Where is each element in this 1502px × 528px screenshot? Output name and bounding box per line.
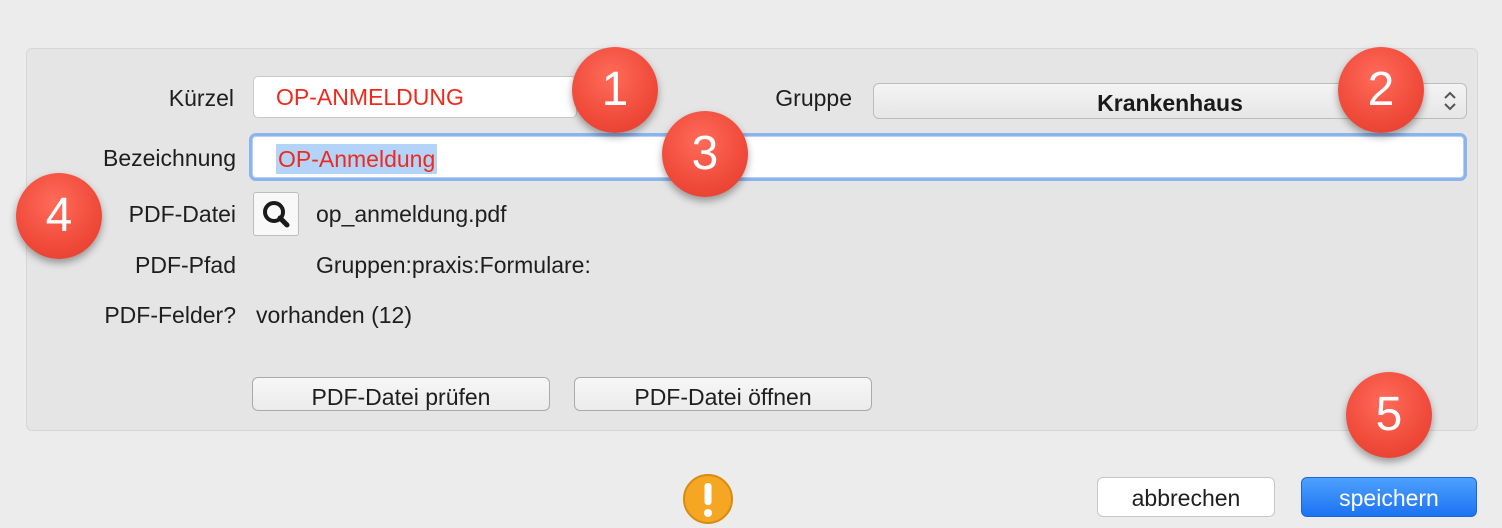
warning-icon bbox=[683, 474, 733, 524]
pdf-pfad-label: PDF-Pfad bbox=[135, 252, 236, 278]
bezeichnung-label: Bezeichnung bbox=[103, 145, 236, 171]
annotation-badge-2: 2 bbox=[1338, 47, 1424, 133]
bezeichnung-field[interactable]: OP-Anmeldung bbox=[249, 133, 1467, 181]
magnifier-icon bbox=[263, 201, 290, 228]
bezeichnung-selected-text: OP-Anmeldung bbox=[276, 144, 438, 174]
annotation-badge-1: 1 bbox=[572, 47, 658, 133]
updown-chevron-icon bbox=[1444, 91, 1456, 111]
annotation-badge-4: 4 bbox=[16, 173, 102, 259]
pdf-felder-value: vorhanden (12) bbox=[256, 302, 412, 328]
pdf-felder-label: PDF-Felder? bbox=[104, 302, 236, 328]
annotation-badge-5: 5 bbox=[1346, 372, 1432, 458]
save-button[interactable]: speichern bbox=[1301, 477, 1477, 517]
pdf-browse-button[interactable] bbox=[253, 192, 299, 236]
gruppe-label: Gruppe bbox=[775, 85, 852, 111]
pdf-pruefen-button[interactable]: PDF-Datei prüfen bbox=[252, 377, 550, 411]
gruppe-select-value: Krankenhaus bbox=[1097, 90, 1243, 116]
kuerzel-field[interactable]: OP-ANMELDUNG bbox=[253, 76, 577, 118]
pdf-datei-label: PDF-Datei bbox=[128, 201, 236, 227]
cancel-button[interactable]: abbrechen bbox=[1097, 477, 1275, 517]
pdf-datei-value: op_anmeldung.pdf bbox=[316, 201, 507, 227]
pdf-pfad-value: Gruppen:praxis:Formulare: bbox=[316, 252, 591, 278]
kuerzel-label: Kürzel bbox=[168, 85, 234, 111]
pdf-oeffnen-button[interactable]: PDF-Datei öffnen bbox=[574, 377, 872, 411]
annotation-badge-3: 3 bbox=[662, 111, 748, 197]
